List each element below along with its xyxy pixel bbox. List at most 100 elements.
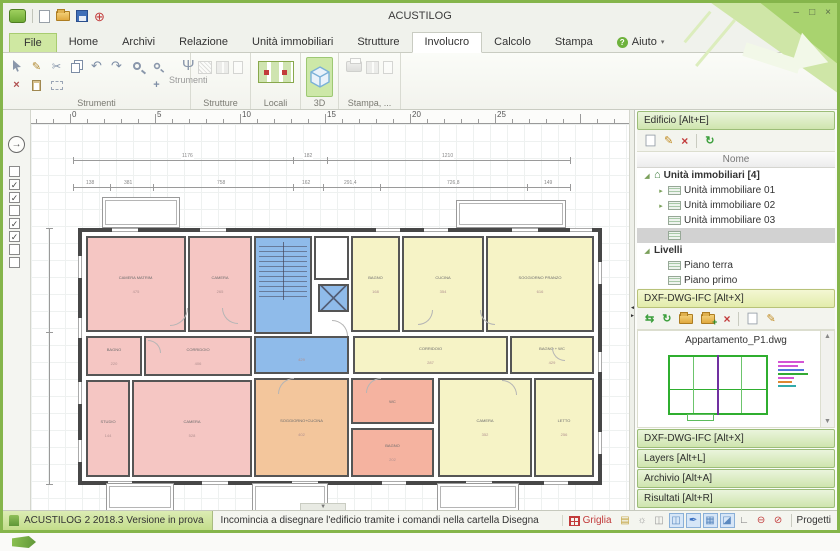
room-wc[interactable]: WC <box>351 378 434 424</box>
room-bagno-3[interactable]: BAGNO202 <box>351 428 434 477</box>
room-camera[interactable]: CAMERA265 <box>188 236 252 332</box>
expander-icon[interactable]: ◢ <box>643 172 651 180</box>
tab-home[interactable]: Home <box>57 33 110 52</box>
snap-grid-toggle[interactable]: ▦ <box>703 513 718 528</box>
bottom-collapse-handle[interactable]: ▼ <box>300 503 346 510</box>
expand-panel-button[interactable]: → <box>8 136 25 153</box>
pin-toggle[interactable]: ✒ <box>686 513 701 528</box>
room-bagno-2[interactable]: BAGNO168 <box>351 236 400 332</box>
stairwell[interactable] <box>254 236 312 334</box>
tab-archivi[interactable]: Archivi <box>110 33 167 52</box>
open-dwg-icon[interactable] <box>679 314 693 324</box>
layer-checkbox-1[interactable] <box>9 166 20 177</box>
redo-icon[interactable]: ↷ <box>108 58 125 74</box>
cut-scissors-icon[interactable]: ✂ <box>48 58 65 74</box>
new-dwg-icon[interactable] <box>748 313 758 325</box>
zoom-window-icon[interactable] <box>148 58 165 74</box>
scroll-up-icon[interactable]: ▲ <box>821 333 834 340</box>
pan-move-icon[interactable]: + <box>148 77 165 93</box>
tree-item-piano-terra[interactable]: Piano terra <box>637 258 835 273</box>
layer-checkbox-5[interactable]: ✓ <box>9 218 20 229</box>
panel-header-dxf-dwg-ifc[interactable]: DXF-DWG-IFC [Alt+X] <box>637 429 835 448</box>
add-dwg-icon[interactable] <box>701 314 715 324</box>
new-item-icon[interactable] <box>646 135 656 147</box>
print-preview-icon[interactable] <box>366 61 379 74</box>
minimize-button[interactable]: – <box>794 7 800 19</box>
shaft-void[interactable] <box>314 236 349 280</box>
layer-checkbox-3[interactable]: ✓ <box>9 192 20 203</box>
cube3d-toggle[interactable]: ◫ <box>669 513 684 528</box>
room-soggiorno-pranzo[interactable]: SOGGIORNO PRANZO616 <box>486 236 594 332</box>
tree-item-empty[interactable] <box>637 228 835 243</box>
layers-toggle[interactable]: ◪ <box>720 513 735 528</box>
splitter-right-arrow[interactable]: ► <box>630 314 635 319</box>
room-soggiorno-cucina[interactable]: SOGGIORNO+CUCINA402 <box>254 378 349 477</box>
axis-h-toggle[interactable]: ⊖ <box>754 513 769 528</box>
elevator[interactable] <box>318 284 349 312</box>
tab-file[interactable]: File <box>9 33 57 52</box>
dwg-file-name[interactable]: Appartamento_P1.dwg <box>638 335 834 346</box>
floor-plan[interactable]: CAMERA MATRIM.475CAMERA265429BAGNO220COR… <box>78 228 602 485</box>
tree-item-piano-primo[interactable]: Piano primo <box>637 273 835 288</box>
tab-involucro[interactable]: Involucro <box>412 32 483 53</box>
axis-v-toggle[interactable]: ⊘ <box>771 513 786 528</box>
tree-item-livelli[interactable]: ◢Livelli <box>637 243 835 258</box>
tree-item-unit-immobiliare-01[interactable]: ▸Unità immobiliare 01 <box>637 183 835 198</box>
drawing-canvas[interactable]: 0510152025 CAMERA MATRIM.475CAMERA265429… <box>31 110 629 510</box>
delete-icon[interactable]: × <box>8 77 25 93</box>
close-button[interactable]: × <box>825 7 831 19</box>
refresh-icon[interactable]: ↻ <box>705 135 714 147</box>
panel-header-layers[interactable]: Layers [Alt+L] <box>637 449 835 468</box>
room-bagno-1[interactable]: BAGNO220 <box>86 336 142 376</box>
hatch-toggle[interactable]: ▤ <box>618 513 633 528</box>
scroll-down-icon[interactable]: ▼ <box>821 418 834 425</box>
layer-checkbox-4[interactable] <box>9 205 20 216</box>
landing[interactable]: 429 <box>254 336 349 374</box>
marquee-select-icon[interactable] <box>48 77 65 93</box>
room-corridoio-1[interactable]: CORRIDOIO406 <box>144 336 252 376</box>
tree-item-unit-immobiliari-4-[interactable]: ◢⌂Unità immobiliari [4] <box>637 168 835 183</box>
layer-checkbox-6[interactable]: ✓ <box>9 231 20 242</box>
maximize-button[interactable]: □ <box>809 7 815 19</box>
tab-stampa[interactable]: Stampa <box>543 33 605 52</box>
copy-icon[interactable] <box>68 58 85 74</box>
panel-header-edificio[interactable]: Edificio [Alt+E] <box>637 111 835 130</box>
room-corridoio-2[interactable]: CORRIDOIO287 <box>353 336 508 374</box>
tab-strutture[interactable]: Strutture <box>345 33 411 52</box>
view-3d-button[interactable] <box>306 57 333 97</box>
zoom-icon[interactable] <box>128 58 145 74</box>
draw-pencil-icon[interactable]: ✎ <box>28 58 45 74</box>
reload-icon[interactable]: ↻ <box>662 313 671 325</box>
panel-header-archivio[interactable]: Archivio [Alt+A] <box>637 469 835 488</box>
tab-unit-immobiliari[interactable]: Unità immobiliari <box>240 33 345 52</box>
tab-calcolo[interactable]: Calcolo <box>482 33 543 52</box>
panel-header-dxf-active[interactable]: DXF-DWG-IFC [Alt+X] <box>637 289 835 308</box>
ortho-toggle[interactable]: ∟ <box>737 513 752 528</box>
room-letto[interactable]: LETTO256 <box>534 378 594 477</box>
expander-icon[interactable]: ▸ <box>657 202 665 210</box>
layer-checkbox-2[interactable]: ✓ <box>9 179 20 190</box>
partition-structure-icon[interactable] <box>216 61 229 74</box>
splitter-left-arrow[interactable]: ◄ <box>630 306 635 311</box>
remove-dwg-icon[interactable]: × <box>723 313 730 325</box>
layer-checkbox-7[interactable] <box>9 244 20 255</box>
panel-splitter[interactable]: ◄ ► <box>629 110 635 510</box>
print-export-icon[interactable] <box>383 61 393 74</box>
dwg-preview[interactable] <box>668 355 768 415</box>
room-camera-2[interactable]: CAMERA528 <box>132 380 252 477</box>
edit-dwg-icon[interactable]: ✎ <box>766 313 775 325</box>
tab-aiuto[interactable]: ?Aiuto▾ <box>605 33 677 52</box>
undo-icon[interactable]: ↶ <box>88 58 105 74</box>
grid-area[interactable]: CAMERA MATRIM.475CAMERA265429BAGNO220COR… <box>31 124 629 510</box>
fit-arrows-icon[interactable]: ⇆ <box>645 313 654 325</box>
room-studio[interactable]: STUDIO144 <box>86 380 130 477</box>
expander-icon[interactable]: ▸ <box>657 187 665 195</box>
tree-item-unit-immobiliare-03[interactable]: Unità immobiliare 03 <box>637 213 835 228</box>
tree-item-unit-immobiliare-02[interactable]: ▸Unità immobiliare 02 <box>637 198 835 213</box>
progetti-label[interactable]: Progetti <box>797 515 831 526</box>
panel-header-risultati[interactable]: Risultati [Alt+R] <box>637 489 835 508</box>
light-toggle[interactable]: ☼ <box>635 513 650 528</box>
select-cursor-icon[interactable] <box>8 58 25 74</box>
cube-toggle[interactable]: ◫ <box>652 513 667 528</box>
grid-toggle[interactable]: Griglia <box>569 515 612 526</box>
